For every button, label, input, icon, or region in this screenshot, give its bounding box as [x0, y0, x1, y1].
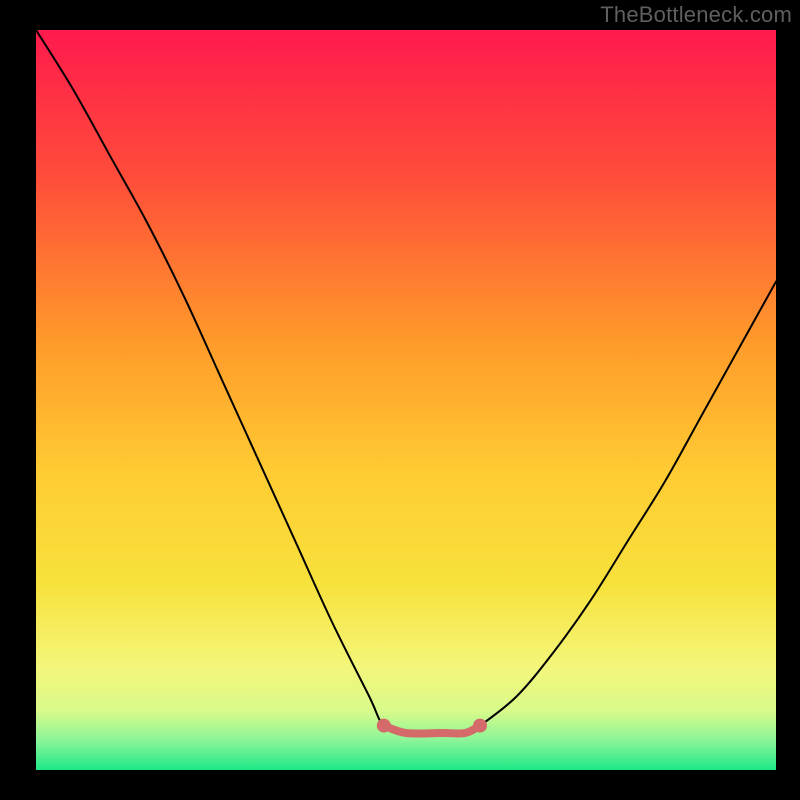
plot-background — [36, 30, 776, 770]
watermark-text: TheBottleneck.com — [600, 2, 792, 28]
bottleneck-chart — [0, 0, 800, 800]
curve-flat-left-dot — [377, 719, 391, 733]
curve-flat-right-dot — [473, 719, 487, 733]
